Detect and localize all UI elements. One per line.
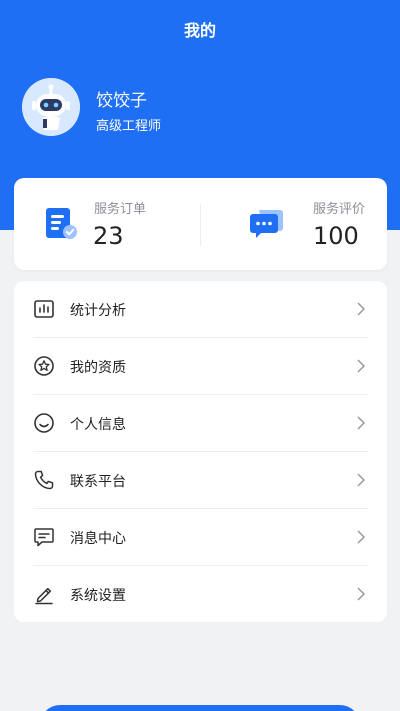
menu-item-personal-info[interactable]: 个人信息 [14,395,387,452]
robot-avatar-icon [22,78,80,136]
menu-item-label: 个人信息 [70,417,126,433]
service-reviews-value: 100 [313,222,359,250]
menu-item-contact-platform[interactable]: 联系平台 [14,452,387,509]
service-reviews-label: 服务评价 [313,202,366,217]
chevron-right-icon [357,473,365,487]
user-role: 高级工程师 [96,119,162,134]
menu-item-system-settings[interactable]: 系统设置 [14,566,387,623]
message-icon [34,528,54,547]
order-document-icon [46,208,77,239]
chevron-right-icon [357,359,365,373]
menu-item-label: 统计分析 [70,303,126,319]
user-name: 饺饺子 [96,91,147,111]
menu-item-label: 系统设置 [70,588,126,604]
chevron-right-icon [357,530,365,544]
phone-icon [34,470,54,490]
menu-list: 统计分析 我的资质 个人信息 联系平台 消息中心 系统设置 [14,281,387,622]
menu-item-qualifications[interactable]: 我的资质 [14,338,387,395]
menu-item-label: 我的资质 [70,360,126,376]
pencil-icon [35,587,53,605]
avatar[interactable] [22,78,80,136]
chevron-right-icon [357,416,365,430]
bottom-action-button[interactable] [40,705,360,711]
chevron-right-icon [357,302,365,316]
menu-item-message-center[interactable]: 消息中心 [14,509,387,566]
stats-divider [200,204,201,246]
stats-card: 服务订单 23 服务评价 100 [14,178,387,270]
page-title: 我的 [183,21,216,40]
review-chat-icon [250,210,283,238]
smile-icon [34,413,54,433]
chart-icon [34,300,54,318]
service-orders-value: 23 [93,222,124,250]
chevron-right-icon [357,587,365,601]
service-orders-label: 服务订单 [94,202,147,217]
menu-item-statistics[interactable]: 统计分析 [14,281,387,338]
menu-item-label: 消息中心 [70,531,126,547]
star-badge-icon [34,356,54,376]
menu-item-label: 联系平台 [70,474,126,490]
